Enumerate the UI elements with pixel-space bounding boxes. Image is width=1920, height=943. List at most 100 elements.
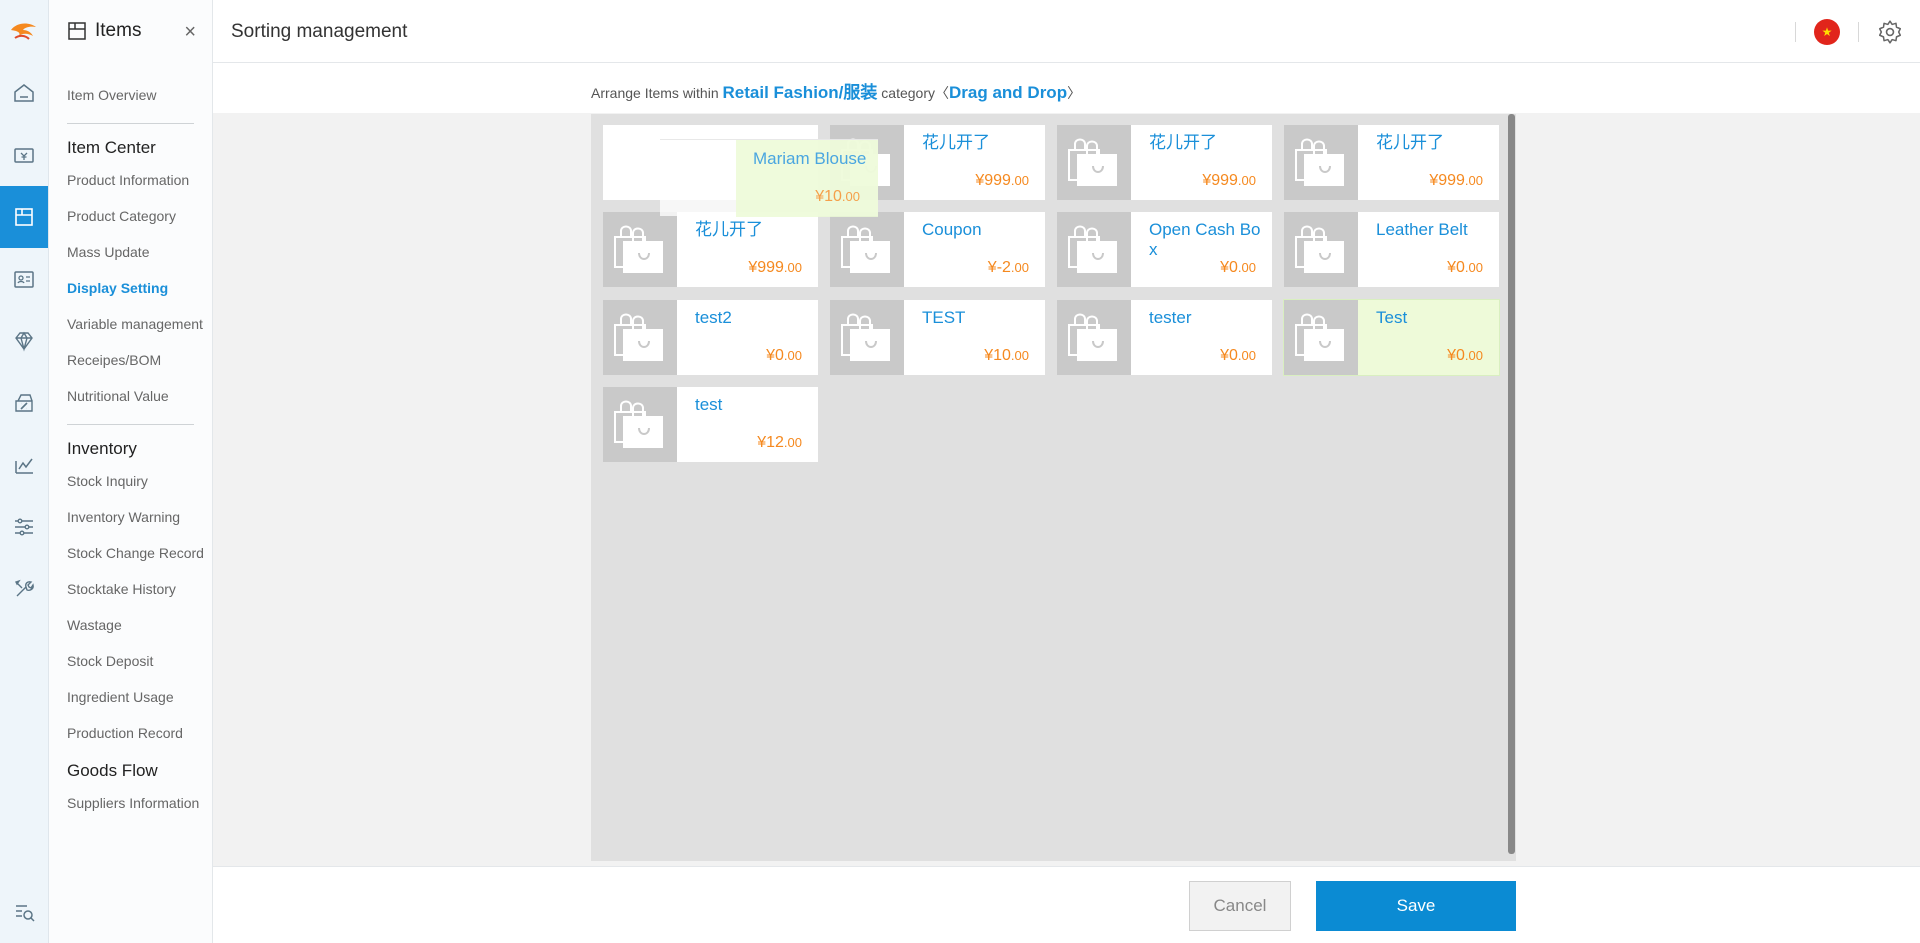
sidebar-item[interactable]: Display Setting [49, 280, 212, 296]
item-price: ¥999.00 [1429, 172, 1483, 189]
instruction-text: Arrange Items within Retail Fashion/服装 c… [591, 78, 1081, 103]
home-icon [14, 84, 34, 102]
shopping-bag-icon [603, 387, 677, 462]
item-price: ¥999.00 [975, 172, 1029, 189]
rail-promotions[interactable] [0, 372, 48, 434]
item-card-body: 花儿开了 ¥999.00 [677, 212, 818, 287]
sidebar-item[interactable]: Variable management [49, 316, 212, 332]
instruction-suffix: 〉 [1067, 85, 1082, 101]
item-price: ¥0.00 [1220, 259, 1256, 276]
save-button[interactable]: Save [1316, 881, 1516, 931]
sidebar-section: Inventory [67, 439, 137, 458]
item-card-body: 花儿开了 ¥999.00 [1131, 125, 1272, 200]
sidebar-item[interactable]: Suppliers Information [49, 795, 212, 811]
category-name: Retail Fashion/服装 [722, 83, 878, 102]
item-card[interactable]: tester ¥0.00 [1057, 300, 1272, 375]
rail-reports[interactable] [0, 434, 48, 496]
sidebar-item[interactable]: Inventory Warning [49, 509, 212, 525]
sidebar-divider [67, 123, 194, 124]
sidebar-item[interactable]: Nutritional Value [49, 388, 212, 404]
sidebar-item[interactable]: Product Category [49, 208, 212, 224]
rail-search-menu[interactable] [0, 881, 49, 943]
items-box-icon [68, 22, 86, 40]
item-name: TEST [922, 308, 966, 327]
sidebar-item[interactable]: Receipes/BOM [49, 352, 212, 368]
rail-sales[interactable] [0, 124, 48, 186]
shopping-bag-icon [1057, 125, 1131, 200]
item-card-body: Coupon ¥-2.00 [904, 212, 1045, 287]
cashier-icon [14, 148, 34, 163]
item-price: ¥999.00 [1202, 172, 1256, 189]
gear-icon[interactable] [1877, 19, 1903, 45]
sidebar-item[interactable]: Mass Update [49, 244, 212, 260]
page-title: Sorting management [231, 21, 408, 42]
item-card-body: 花儿开了 ¥999.00 [1358, 125, 1499, 200]
shopping-bag-icon [1057, 212, 1131, 287]
sidebar-item[interactable]: Stock Deposit [49, 653, 212, 669]
rail-tools[interactable] [0, 558, 48, 620]
item-card-body: test2 ¥0.00 [677, 300, 818, 375]
item-name: 花儿开了 [1376, 133, 1444, 152]
item-name: 花儿开了 [1149, 133, 1217, 152]
item-card-placeholder[interactable] [603, 125, 818, 200]
sidebar-item[interactable]: Ingredient Usage [49, 689, 212, 705]
sidebar: Items × Item Overview Item Center Product … [49, 0, 213, 943]
item-price: ¥0.00 [1447, 259, 1483, 276]
instruction-bar: Arrange Items within Retail Fashion/服装 c… [213, 63, 1920, 113]
shopping-bag-icon [830, 212, 904, 287]
rail-home[interactable] [0, 62, 48, 124]
item-price: ¥0.00 [1447, 347, 1483, 364]
item-card[interactable]: Leather Belt ¥0.00 [1284, 212, 1499, 287]
item-card-body: TEST ¥10.00 [904, 300, 1045, 375]
item-card-body: Leather Belt ¥0.00 [1358, 212, 1499, 287]
item-card[interactable]: test2 ¥0.00 [603, 300, 818, 375]
tools-icon [15, 579, 34, 597]
member-card-icon [14, 271, 34, 288]
sort-mode: Drag and Drop [949, 83, 1068, 102]
sidebar-item[interactable]: Wastage [49, 617, 212, 633]
icon-rail [0, 0, 49, 943]
board-scrollbar[interactable] [1508, 114, 1515, 854]
rail-members[interactable] [0, 248, 48, 310]
item-price: ¥0.00 [766, 347, 802, 364]
rail-settings[interactable] [0, 496, 48, 558]
item-name: test [695, 395, 723, 414]
item-name: test2 [695, 308, 732, 327]
sidebar-item[interactable]: Stock Change Record [49, 545, 212, 561]
instruction-middle: category〈 [877, 85, 950, 101]
item-card-body: tester ¥0.00 [1131, 300, 1272, 375]
item-card[interactable]: 花儿开了 ¥999.00 [603, 212, 818, 287]
sorting-board[interactable]: 花儿开了 ¥999.00 花儿开了 ¥999.00 花儿开了 ¥999.00 花儿开了 ¥99… [591, 114, 1516, 861]
item-card-body: Open Cash Box ¥0.00 [1131, 212, 1272, 287]
sidebar-item[interactable]: Product Information [49, 172, 212, 188]
item-card-body: Test ¥0.00 [1358, 300, 1499, 375]
sliders-icon [15, 518, 33, 536]
rail-items[interactable] [0, 186, 48, 248]
item-price: ¥-2.00 [987, 259, 1029, 276]
item-card[interactable]: 花儿开了 ¥999.00 [1284, 125, 1499, 200]
item-card[interactable]: Coupon ¥-2.00 [830, 212, 1045, 287]
item-price: ¥10.00 [984, 347, 1029, 364]
rail-loyalty[interactable] [0, 310, 48, 372]
sidebar-header: Items × [49, 0, 212, 62]
item-card[interactable]: TEST ¥10.00 [830, 300, 1045, 375]
item-name: 花儿开了 [695, 220, 763, 239]
sidebar-item[interactable]: Stocktake History [49, 581, 212, 597]
promotion-icon [15, 394, 33, 412]
sidebar-section: Goods Flow [67, 761, 158, 780]
item-card[interactable]: 花儿开了 ¥999.00 [1057, 125, 1272, 200]
sidebar-item[interactable]: Item Overview [49, 87, 212, 103]
app-logo[interactable] [0, 0, 48, 62]
sidebar-item[interactable]: Stock Inquiry [49, 473, 212, 489]
close-icon[interactable]: × [184, 22, 196, 42]
item-card[interactable]: Test ¥0.00 [1283, 299, 1500, 376]
item-price: ¥12.00 [757, 434, 802, 451]
item-card[interactable]: Open Cash Box ¥0.00 [1057, 212, 1272, 287]
china-flag-icon[interactable]: ★ [1814, 19, 1840, 45]
shopping-bag-icon [830, 125, 904, 200]
sidebar-item[interactable]: Production Record [49, 725, 212, 741]
shopping-bag-icon [603, 212, 677, 287]
item-card[interactable]: 花儿开了 ¥999.00 [830, 125, 1045, 200]
cancel-button[interactable]: Cancel [1189, 881, 1291, 931]
item-card[interactable]: test ¥12.00 [603, 387, 818, 462]
